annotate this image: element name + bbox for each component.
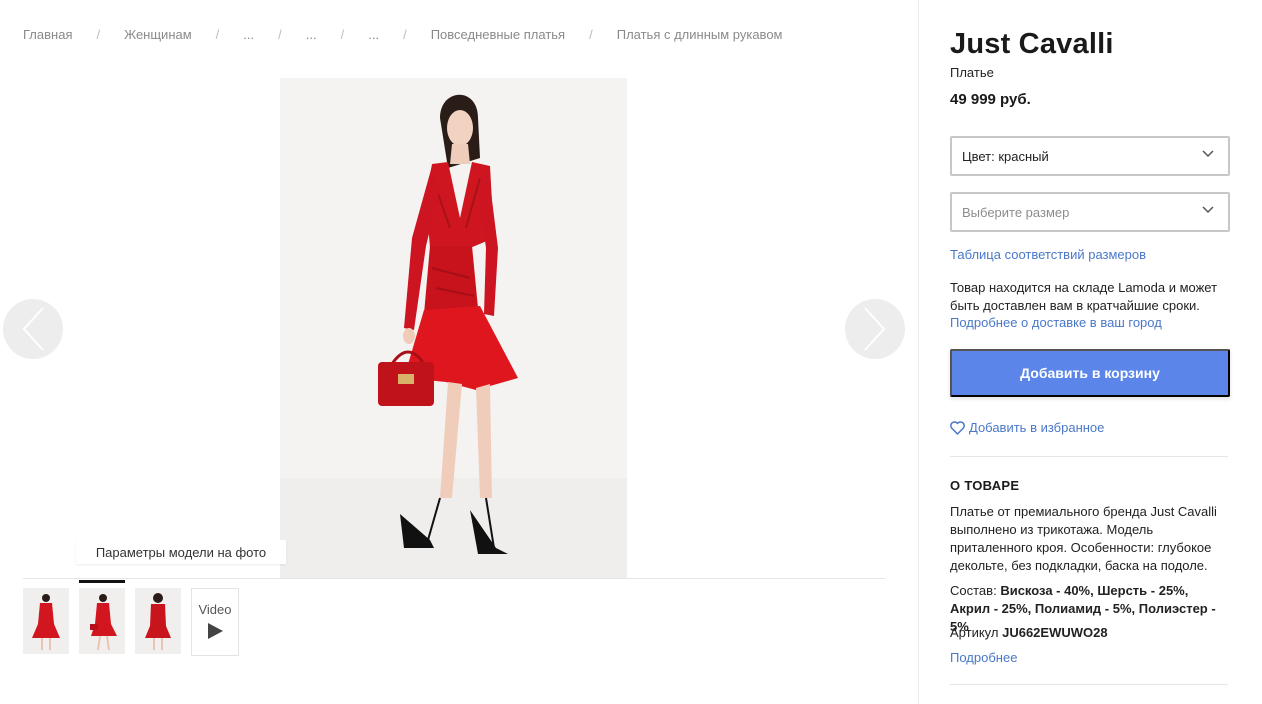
breadcrumb-separator: /	[589, 27, 593, 42]
article-info: Артикул JU662EWUWO28	[950, 625, 1108, 640]
brand-title[interactable]: Just Cavalli	[950, 28, 1114, 61]
thumbnail-strip: Video	[23, 580, 239, 656]
dress-photo	[280, 78, 627, 579]
sidebar-divider	[918, 0, 919, 704]
section-divider	[950, 456, 1228, 457]
gallery-divider	[23, 578, 885, 579]
dress-thumbnail-image	[135, 588, 181, 654]
size-table-link[interactable]: Таблица соответствий размеров	[950, 247, 1146, 262]
main-product-photo[interactable]	[280, 78, 627, 579]
size-select[interactable]: Выберите размер	[950, 192, 1230, 232]
article-label: Артикул	[950, 625, 999, 640]
chevron-right-icon	[864, 307, 886, 351]
product-type: Платье	[950, 65, 994, 80]
add-to-favorites-label: Добавить в избранное	[969, 420, 1105, 435]
composition-label: Состав:	[950, 583, 997, 598]
breadcrumb-item-long-sleeve-dresses[interactable]: Платья с длинным рукавом	[617, 27, 783, 42]
heart-icon	[950, 420, 965, 435]
chevron-down-icon	[1202, 206, 1214, 214]
gallery-next-button[interactable]	[845, 299, 905, 359]
stock-info-text: Товар находится на складе Lamoda и может…	[950, 280, 1218, 313]
dress-thumbnail-image	[79, 588, 125, 654]
color-select-value: Цвет: красный	[962, 148, 1049, 164]
more-details-link[interactable]: Подробнее	[950, 650, 1017, 665]
color-select[interactable]: Цвет: красный	[950, 136, 1230, 176]
size-select-placeholder: Выберите размер	[962, 204, 1070, 220]
gallery-prev-button[interactable]	[3, 299, 63, 359]
model-params-tooltip[interactable]: Параметры модели на фото	[76, 540, 286, 564]
breadcrumb-separator: /	[340, 27, 345, 42]
breadcrumb-separator: /	[215, 27, 220, 42]
article-value: JU662EWUWO28	[1002, 625, 1108, 640]
chevron-down-icon	[1202, 150, 1214, 158]
breadcrumb-separator: /	[403, 27, 407, 42]
thumbnail-2[interactable]	[79, 580, 125, 654]
breadcrumb-item-ellipsis-1[interactable]: ...	[243, 27, 254, 42]
about-description: Платье от премиального бренда Just Caval…	[950, 504, 1217, 573]
chevron-left-icon	[22, 307, 44, 351]
dress-thumbnail-image	[23, 588, 69, 654]
breadcrumb-separator: /	[96, 27, 101, 42]
section-divider	[950, 684, 1228, 685]
about-section-title: О ТОВАРЕ	[950, 478, 1020, 493]
breadcrumb-item-ellipsis-2[interactable]: ...	[306, 27, 317, 42]
add-to-cart-button[interactable]: Добавить в корзину	[950, 349, 1230, 397]
add-to-favorites-link[interactable]: Добавить в избранное	[950, 420, 1104, 435]
breadcrumb-item-home[interactable]: Главная	[23, 27, 72, 42]
product-price: 49 999 руб.	[950, 91, 1031, 108]
breadcrumb-item-ellipsis-3[interactable]: ...	[368, 27, 379, 42]
product-gallery: Параметры модели на фото	[0, 78, 910, 580]
thumbnail-3[interactable]	[135, 580, 181, 654]
play-icon	[207, 623, 223, 639]
video-thumbnail[interactable]: Video	[191, 588, 239, 656]
breadcrumb-separator: /	[278, 27, 282, 42]
delivery-info-link[interactable]: Подробнее о доставке в ваш город	[950, 315, 1162, 330]
video-label: Video	[198, 602, 232, 617]
breadcrumb-item-casual-dresses[interactable]: Повседневные платья	[431, 27, 565, 42]
breadcrumb-item-women[interactable]: Женщинам	[124, 27, 192, 42]
thumbnail-1[interactable]	[23, 580, 69, 654]
breadcrumb: Главная / Женщинам / ... / ... / ... / П…	[23, 27, 782, 42]
